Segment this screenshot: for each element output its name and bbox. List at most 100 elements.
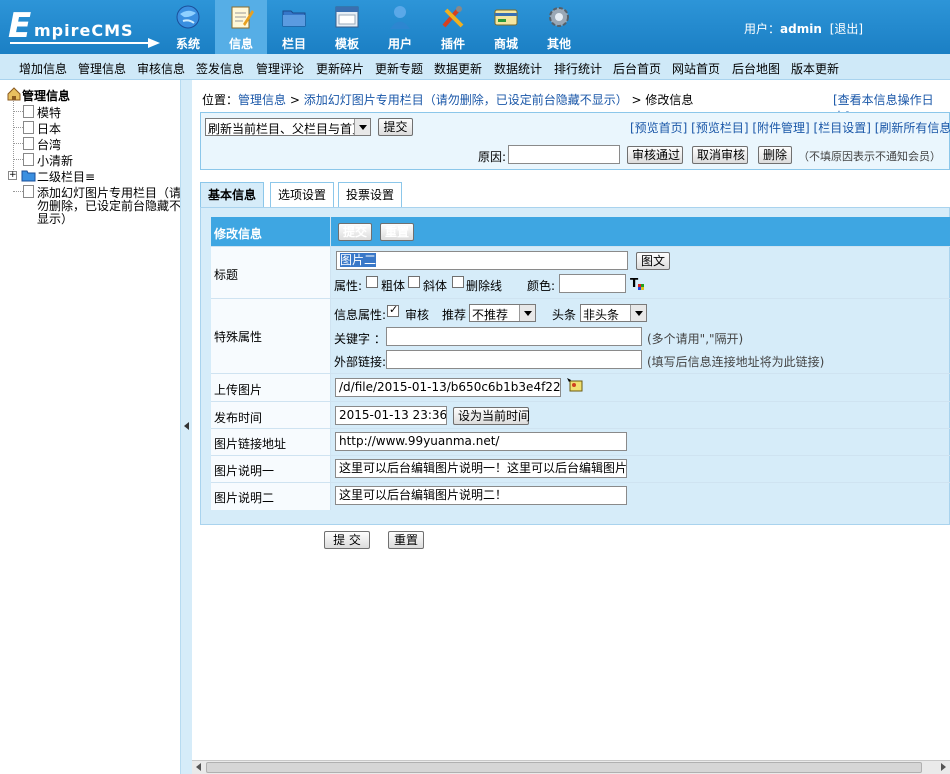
pane-splitter[interactable] [180, 80, 192, 774]
nav-template-label: 模板 [334, 37, 359, 51]
menu-manage-comments[interactable]: 管理评论 [256, 60, 304, 77]
pubtime-input[interactable]: 2015-01-13 23:36:11 [335, 406, 447, 425]
desc2-input[interactable]: 这里可以后台编辑图片说明二！ [335, 486, 627, 505]
nav-info[interactable]: 信息 [215, 0, 267, 54]
menu-manage-info[interactable]: 管理信息 [78, 60, 126, 77]
menu-admin-home[interactable]: 后台首页 [613, 60, 661, 77]
breadcrumb-manage-info[interactable]: 管理信息 [238, 93, 286, 107]
menu-admin-map[interactable]: 后台地图 [732, 60, 780, 77]
reason-input[interactable] [508, 145, 620, 164]
toolbar-submit-button[interactable]: 提交 [378, 118, 413, 136]
tree-item-taiwan[interactable]: 台湾 [37, 136, 61, 153]
collapse-arrow-icon[interactable] [184, 422, 189, 430]
nav-column[interactable]: 栏目 [268, 0, 320, 54]
tab-options[interactable]: 选项设置 [270, 182, 334, 208]
tools-icon [442, 6, 464, 28]
extlink-input[interactable] [386, 350, 642, 369]
template-window-icon [335, 6, 359, 28]
title-row: 标题 图片二 图文 属性: 粗体 斜体 删除线 颜色: T [211, 247, 950, 299]
image-text-button[interactable]: 图文 [636, 252, 670, 270]
chevron-down-icon [519, 305, 535, 321]
horizontal-scrollbar[interactable] [192, 760, 950, 774]
headline-select[interactable]: 非头条 [580, 304, 647, 322]
desc1-row: 图片说明一 这里可以后台编辑图片说明一！这里可以后台编辑图片说明一 [211, 456, 950, 483]
menu-audit-info[interactable]: 审核信息 [137, 60, 185, 77]
audit-checkbox[interactable] [387, 303, 399, 317]
header-submit-button[interactable]: 提交 [338, 223, 372, 241]
tree-folder-secondary[interactable]: 二级栏目≡ [37, 168, 95, 185]
menu-version-update[interactable]: 版本更新 [791, 60, 839, 77]
menu-update-topics[interactable]: 更新专题 [375, 60, 423, 77]
expand-toggle[interactable]: + [8, 171, 17, 180]
keywords-input[interactable] [386, 327, 642, 346]
scroll-left-icon[interactable] [196, 763, 201, 771]
menu-add-info[interactable]: 增加信息 [19, 60, 67, 77]
refresh-select-value: 刷新当前栏目、父栏目与首页 [208, 122, 365, 136]
menu-sign-info[interactable]: 签发信息 [196, 60, 244, 77]
image-picker-icon[interactable] [566, 377, 584, 393]
tree-item-slide-line3[interactable]: 显示） [37, 210, 73, 227]
file-icon [23, 137, 34, 150]
headline-label: 头条 [552, 308, 577, 322]
menu-site-home[interactable]: 网站首页 [672, 60, 720, 77]
scrollbar-thumb[interactable] [206, 762, 922, 773]
operation-toolbar: 刷新当前栏目、父栏目与首页 提交 [预览首页] [预览栏目] [附件管理] [栏… [200, 112, 950, 170]
keywords-hint: (多个请用","隔开) [647, 332, 744, 346]
strike-checkbox[interactable] [452, 276, 464, 288]
menu-data-update[interactable]: 数据更新 [434, 60, 482, 77]
special-attr-row: 特殊属性 信息属性: 审核 推荐 不推荐 头条 非头条 关键字 ： (多个请用"… [211, 299, 950, 374]
attr-label: 属性: [334, 279, 363, 293]
menu-update-fragments[interactable]: 更新碎片 [316, 60, 364, 77]
nav-plugin[interactable]: 插件 [427, 0, 479, 54]
desc2-label: 图片说明二 [211, 483, 331, 510]
nav-column-label: 栏目 [281, 37, 306, 51]
nav-system[interactable]: 系统 [162, 0, 214, 54]
upload-path-input[interactable]: /d/file/2015-01-13/b650c6b1b3e4f22ceecdd [335, 378, 561, 397]
menu-data-stats[interactable]: 数据统计 [494, 60, 542, 77]
scroll-right-icon[interactable] [941, 763, 946, 771]
set-now-button[interactable]: 设为当前时间 [453, 407, 530, 425]
preview-links[interactable]: [预览首页] [预览栏目] [附件管理] [栏目设置] [刷新所有信息JS] [630, 119, 950, 136]
imglink-input[interactable]: http://www.99yuanma.net/ [335, 432, 627, 451]
chevron-down-icon [630, 305, 646, 321]
bottom-reset-button[interactable]: 重置 [388, 531, 424, 549]
bold-checkbox[interactable] [366, 276, 378, 288]
delete-button[interactable]: 删除 [758, 146, 792, 164]
cancel-approve-button[interactable]: 取消审核 [692, 146, 748, 164]
tree-item-model[interactable]: 模特 [37, 104, 61, 121]
color-picker-icon[interactable]: T [629, 276, 645, 291]
logout-link[interactable]: [退出] [830, 22, 863, 36]
upload-image-row: 上传图片 /d/file/2015-01-13/b650c6b1b3e4f22c… [211, 374, 950, 402]
recommend-select[interactable]: 不推荐 [469, 304, 536, 322]
title-input[interactable]: 图片二 [336, 251, 628, 270]
keywords-label: 关键字 ： [334, 332, 386, 346]
approve-button[interactable]: 审核通过 [627, 146, 683, 164]
tree-item-fresh[interactable]: 小清新 [37, 152, 73, 169]
bottom-submit-button[interactable]: 提 交 [324, 531, 370, 549]
desc1-input[interactable]: 这里可以后台编辑图片说明一！这里可以后台编辑图片说明一 [335, 459, 627, 478]
svg-text:T: T [630, 276, 639, 290]
logo-initial: E [8, 6, 32, 46]
reason-note: （不填原因表示不通知会员） [798, 150, 941, 163]
tree-root[interactable]: 管理信息 [22, 87, 70, 104]
header-reset-button[interactable]: 重置 [380, 223, 414, 241]
nav-user[interactable]: 用户 [374, 0, 426, 54]
form-header-row: 修改信息 提交 重置 [211, 217, 950, 247]
menu-rank-stats[interactable]: 排行统计 [554, 60, 602, 77]
folder-icon [21, 170, 36, 182]
italic-checkbox[interactable] [408, 276, 420, 288]
pubtime-label: 发布时间 [211, 402, 331, 428]
user-info: 用户：admin [退出] [744, 20, 863, 37]
tab-basic-info[interactable]: 基本信息 [200, 182, 264, 208]
nav-shop[interactable]: 商城 [480, 0, 532, 54]
refresh-scope-select[interactable]: 刷新当前栏目、父栏目与首页 [205, 118, 371, 136]
nav-template[interactable]: 模板 [321, 0, 373, 54]
nav-info-label: 信息 [228, 37, 253, 51]
file-icon [23, 105, 34, 118]
tree-item-japan[interactable]: 日本 [37, 120, 61, 137]
color-input[interactable] [559, 274, 626, 293]
upload-label: 上传图片 [211, 374, 331, 401]
nav-other[interactable]: 其他 [533, 0, 585, 54]
breadcrumb-slide-column[interactable]: 添加幻灯图片专用栏目（请勿删除，已设定前台隐藏不显示） [304, 93, 628, 107]
tab-vote[interactable]: 投票设置 [338, 182, 402, 208]
